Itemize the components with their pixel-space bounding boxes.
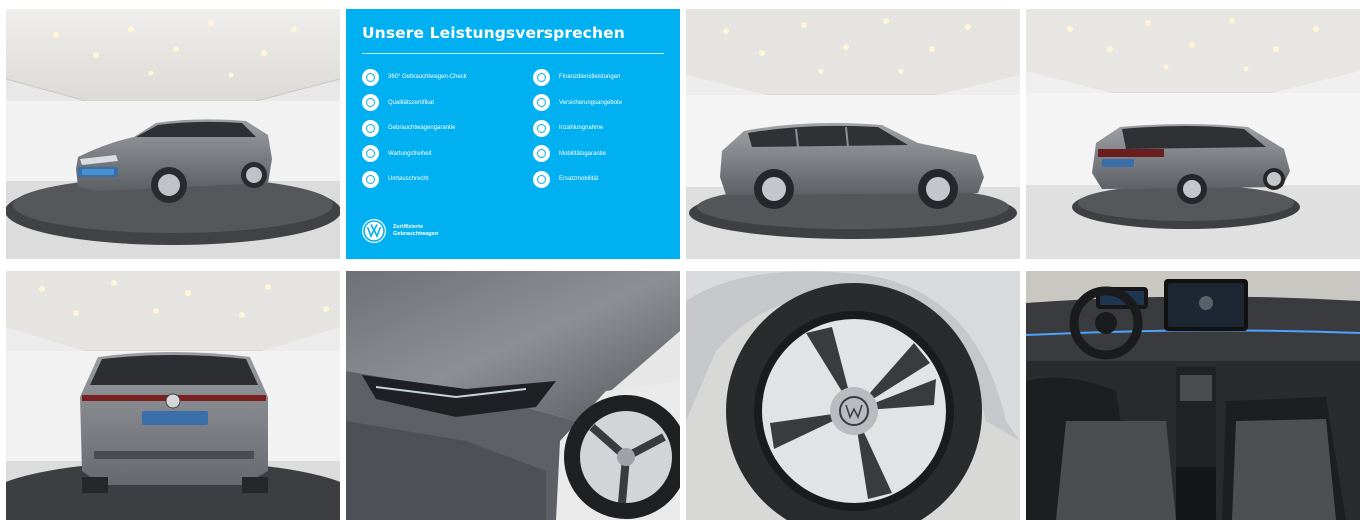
car-photo-rear [6, 271, 340, 520]
promise-title: Unsere Leistungsversprechen [362, 24, 625, 42]
certificate-icon [362, 94, 379, 111]
promise-item-trade-in: Inzahlungnahme [533, 119, 680, 137]
vw-logo-icon [362, 219, 386, 243]
car-photo-headlight [346, 271, 680, 520]
finance-icon [533, 68, 550, 86]
gallery-image-rear[interactable] [6, 271, 340, 520]
trade-in-icon [533, 119, 550, 137]
gallery-image-interior[interactable] [1026, 271, 1360, 520]
insurance-icon [533, 94, 550, 111]
car-photo-wheel [686, 271, 1020, 520]
replacement-car-icon [533, 170, 550, 188]
promise-item-maintenance: Wartungsfreiheit [362, 145, 533, 163]
promise-item-check: 360° Gebrauchtwagen-Check [362, 68, 533, 86]
promise-item-mobility: Mobilitätsgarantie [533, 145, 680, 163]
promise-panel[interactable]: Unsere Leistungsversprechen 360° Gebrauc… [346, 9, 680, 259]
gallery-image-wheel[interactable] [686, 271, 1020, 520]
promise-item-certificate: Qualitätszertifikat [362, 94, 533, 112]
mobility-icon [533, 145, 550, 162]
gallery-image-headlight[interactable] [346, 271, 680, 520]
gallery-image-side-profile[interactable] [686, 9, 1020, 259]
car-photo-interior [1026, 271, 1360, 520]
certified-badge: Zertifizierte Gebrauchtwagen [362, 219, 438, 243]
promise-list: 360° Gebrauchtwagen-Check Finanzdienstle… [362, 68, 664, 188]
badge-line-2: Gebrauchtwagen [393, 231, 439, 237]
car-photo-front-three-quarter [6, 9, 340, 259]
car-photo-rear-three-quarter [1026, 9, 1360, 259]
shield-icon [362, 119, 379, 137]
promise-item-insurance: Versicherungsangebote [533, 94, 680, 112]
promise-divider [362, 53, 664, 54]
wrench-icon [362, 145, 379, 162]
car-photo-side-profile [686, 9, 1020, 259]
promise-item-warranty: Gebrauchtwagengarantie [362, 119, 533, 137]
badge-line-1: Zertifizierte [393, 224, 424, 230]
gallery-image-front-three-quarter[interactable] [6, 9, 340, 259]
check-360-icon [362, 68, 379, 86]
gallery-image-rear-three-quarter[interactable] [1026, 9, 1360, 259]
exchange-icon [362, 170, 379, 188]
promise-item-exchange: Umtauschrecht [362, 170, 533, 188]
promise-item-replacement: Ersatzmobilität [533, 170, 680, 188]
promise-item-finance: Finanzdienstleistungen [533, 68, 680, 86]
